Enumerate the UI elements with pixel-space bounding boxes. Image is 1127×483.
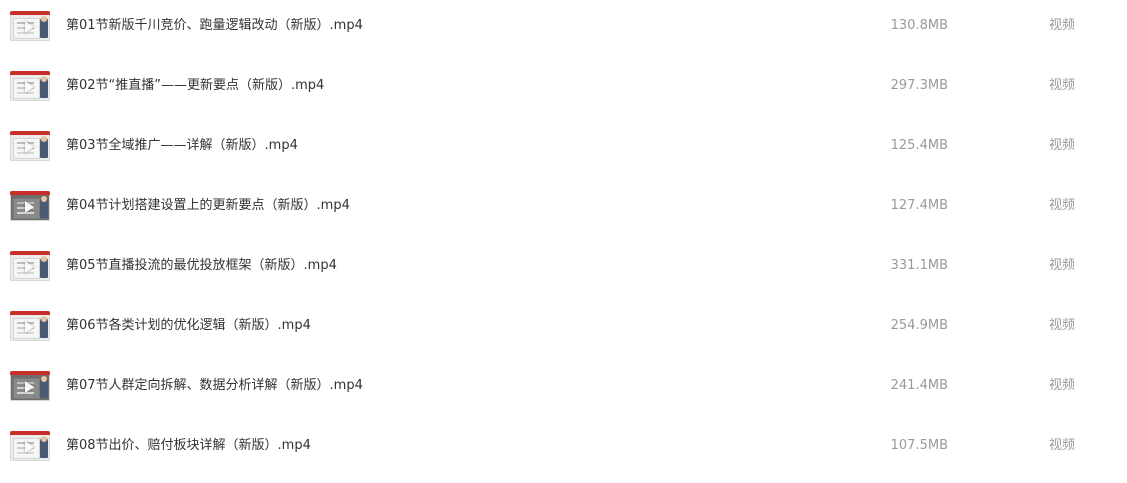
file-size: 254.9MB bbox=[890, 318, 948, 333]
video-thumbnail-icon[interactable] bbox=[10, 11, 50, 41]
file-name[interactable]: 第05节直播投流的最优投放框架（新版）.mp4 bbox=[66, 236, 337, 296]
file-name[interactable]: 第08节出价、赔付板块详解（新版）.mp4 bbox=[66, 416, 311, 476]
video-thumbnail-icon[interactable] bbox=[10, 191, 50, 221]
video-thumbnail-icon[interactable] bbox=[10, 371, 50, 401]
file-name[interactable]: 第07节人群定向拆解、数据分析详解（新版）.mp4 bbox=[66, 356, 363, 416]
video-thumbnail-icon[interactable] bbox=[10, 131, 50, 161]
file-name[interactable]: 第04节计划搭建设置上的更新要点（新版）.mp4 bbox=[66, 176, 350, 236]
video-thumbnail-icon[interactable] bbox=[10, 311, 50, 341]
file-name[interactable]: 第02节“推直播”——更新要点（新版）.mp4 bbox=[66, 56, 324, 116]
file-type: 视频 bbox=[1049, 18, 1076, 33]
video-thumbnail-icon[interactable] bbox=[10, 431, 50, 461]
file-row[interactable]: 第06节各类计划的优化逻辑（新版）.mp4 254.9MB 视频 bbox=[0, 296, 1127, 356]
file-row[interactable]: 第07节人群定向拆解、数据分析详解（新版）.mp4 241.4MB 视频 bbox=[0, 356, 1127, 416]
file-row[interactable]: 第01节新版千川竞价、跑量逻辑改动（新版）.mp4 130.8MB 视频 bbox=[0, 0, 1127, 56]
file-type: 视频 bbox=[1049, 378, 1076, 393]
file-list: 第01节新版千川竞价、跑量逻辑改动（新版）.mp4 130.8MB 视频 第02… bbox=[0, 0, 1127, 476]
file-size: 331.1MB bbox=[890, 258, 948, 273]
video-thumbnail-icon[interactable] bbox=[10, 251, 50, 281]
file-size: 125.4MB bbox=[890, 138, 948, 153]
file-type: 视频 bbox=[1049, 78, 1076, 93]
file-size: 127.4MB bbox=[890, 198, 948, 213]
file-type: 视频 bbox=[1049, 318, 1076, 333]
file-type: 视频 bbox=[1049, 198, 1076, 213]
file-row[interactable]: 第04节计划搭建设置上的更新要点（新版）.mp4 127.4MB 视频 bbox=[0, 176, 1127, 236]
file-size: 297.3MB bbox=[890, 78, 948, 93]
file-row[interactable]: 第02节“推直播”——更新要点（新版）.mp4 297.3MB 视频 bbox=[0, 56, 1127, 116]
file-row[interactable]: 第08节出价、赔付板块详解（新版）.mp4 107.5MB 视频 bbox=[0, 416, 1127, 476]
file-name[interactable]: 第03节全域推广——详解（新版）.mp4 bbox=[66, 116, 298, 176]
file-size: 107.5MB bbox=[890, 438, 948, 453]
file-row[interactable]: 第03节全域推广——详解（新版）.mp4 125.4MB 视频 bbox=[0, 116, 1127, 176]
file-size: 130.8MB bbox=[890, 18, 948, 33]
file-size: 241.4MB bbox=[890, 378, 948, 393]
file-type: 视频 bbox=[1049, 138, 1076, 153]
video-thumbnail-icon[interactable] bbox=[10, 71, 50, 101]
file-type: 视频 bbox=[1049, 258, 1076, 273]
file-row[interactable]: 第05节直播投流的最优投放框架（新版）.mp4 331.1MB 视频 bbox=[0, 236, 1127, 296]
file-name[interactable]: 第06节各类计划的优化逻辑（新版）.mp4 bbox=[66, 296, 311, 356]
file-type: 视频 bbox=[1049, 438, 1076, 453]
file-name[interactable]: 第01节新版千川竞价、跑量逻辑改动（新版）.mp4 bbox=[66, 0, 363, 56]
